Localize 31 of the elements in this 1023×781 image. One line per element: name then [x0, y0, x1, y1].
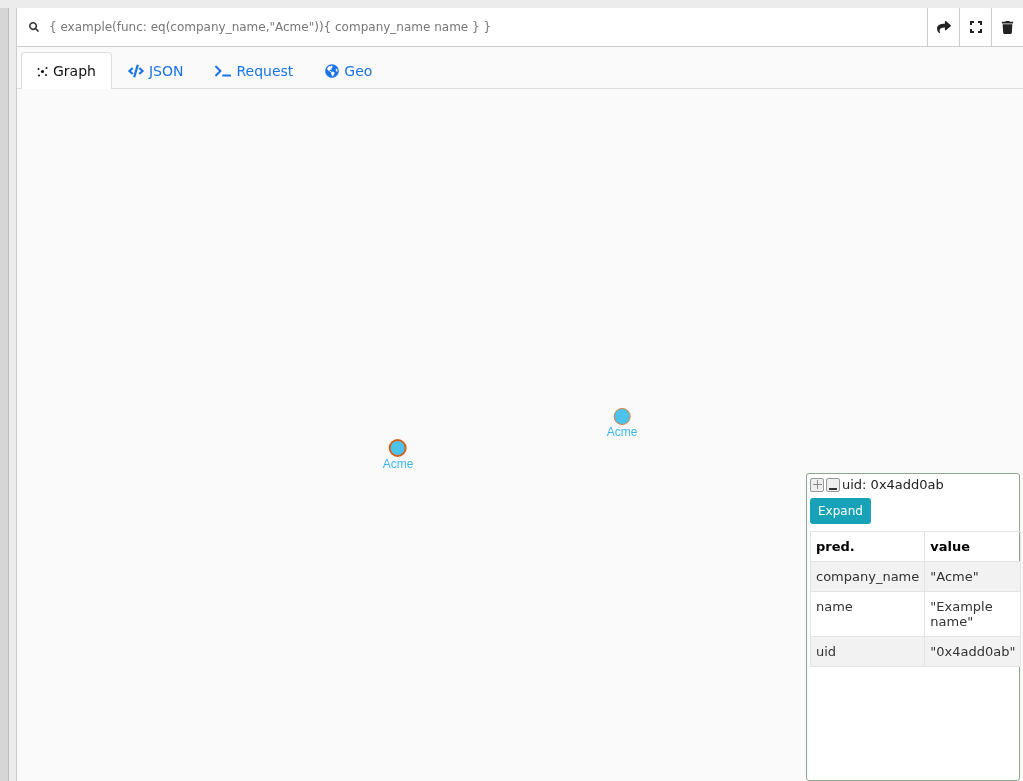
minimize-icon [829, 487, 837, 490]
share-icon [936, 20, 951, 34]
minimize-button[interactable] [826, 477, 840, 492]
code-icon [127, 63, 144, 79]
fullscreen-icon [969, 21, 982, 33]
move-icon [812, 480, 822, 489]
tab[interactable]: Graph [21, 52, 112, 89]
trash-icon [1001, 20, 1014, 34]
globe-icon [325, 64, 340, 78]
query-text[interactable]: { example(func: eq(company_name,"Acme")){ company_name name } } [49, 20, 492, 34]
table-cell: "0x4add0ab" [924, 636, 1021, 667]
table-cell: company_name [810, 561, 925, 592]
tab[interactable]: JSON [111, 52, 200, 89]
search-icon [29, 22, 39, 32]
table-cell: name [810, 591, 925, 637]
column-header: pred. [810, 531, 925, 562]
tab[interactable]: Request [199, 52, 310, 89]
table-cell: "Example name" [924, 591, 1021, 637]
node-label: Acme [382, 457, 414, 471]
panel-title: uid: 0x4add0ab [842, 477, 944, 492]
tab[interactable]: Geo [309, 52, 389, 89]
graph-node[interactable] [389, 439, 407, 457]
node-label: Acme [606, 425, 638, 439]
table-cell: uid [810, 636, 925, 667]
expand-button[interactable]: Expand [810, 498, 871, 524]
graph-icon [37, 65, 48, 77]
graph-node[interactable] [613, 408, 631, 425]
terminal-icon [215, 63, 232, 79]
table-cell: "Acme" [924, 561, 1021, 592]
move-handle[interactable] [810, 477, 824, 492]
column-header: value [924, 531, 1021, 562]
